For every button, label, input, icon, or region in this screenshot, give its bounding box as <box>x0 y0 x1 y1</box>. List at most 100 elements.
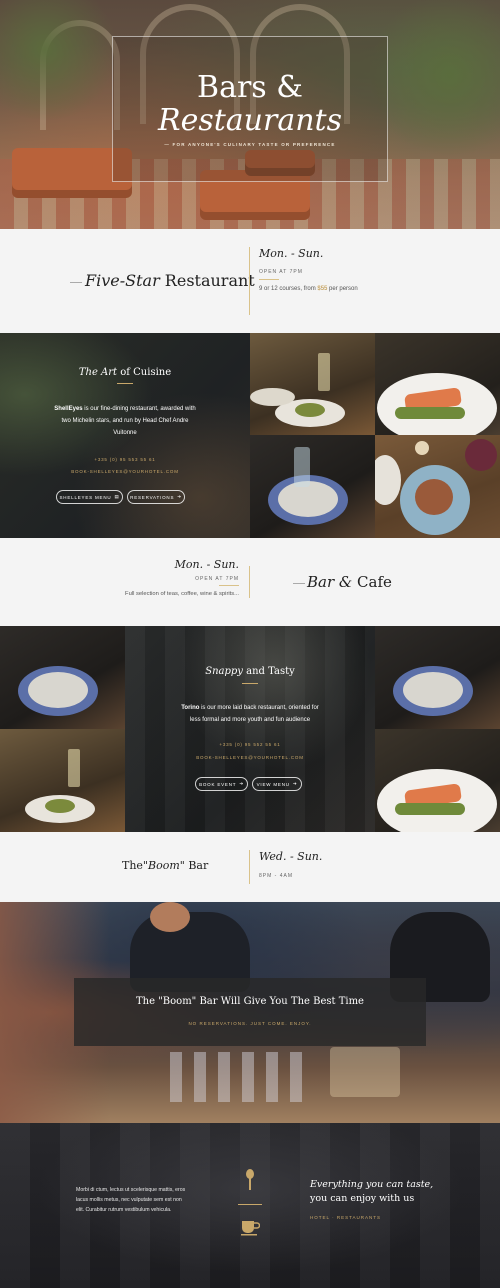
reservations-button[interactable]: RESERVATIONS ➔ <box>127 490 185 504</box>
food-photo-oysters <box>250 435 375 538</box>
cuisine-phone: +335 (0) 95 553 55 61 <box>94 457 156 462</box>
view-menu-label: VIEW MENU <box>256 781 290 787</box>
footer-breadcrumb[interactable]: HOTEL · RESTAURANTS <box>310 1215 381 1220</box>
bar-cafe-title-italic: Bar <box>307 573 335 591</box>
hero-title-line1: Bars & <box>197 70 303 105</box>
boom-bar-title: The"Boom" Bar <box>122 859 208 872</box>
oysters-image <box>403 672 463 708</box>
boom-bar-section: The"Boom" Bar Wed. - Sun. 8PM - 4AM <box>0 832 500 902</box>
cuisine-email[interactable]: BOOK-SHELLEYES@YOURHOTEL.COM <box>0 469 250 474</box>
cuisine-section: The Art of Cuisine ShellEyes is our fine… <box>0 333 500 538</box>
snappy-email[interactable]: BOOK-SHELLEYES@YOURHOTEL.COM <box>125 755 375 760</box>
five-star-title-rest: Restaurant <box>159 271 255 290</box>
glass-jars-image <box>330 1047 400 1097</box>
boom-banner <box>74 978 426 1046</box>
coffee-cup-icon <box>240 1218 261 1236</box>
footer-lorem: Morbi di ctum, lectus ut scelerisque mat… <box>76 1187 186 1213</box>
bar-cafe-title-rest: Cafe <box>357 573 392 591</box>
footer-tagline-1: Everything you can taste, <box>310 1179 434 1190</box>
boom-banner-subtitle: NO RESERVATIONS. JUST COME. ENJOY. <box>188 1021 312 1026</box>
cuisine-heading: The Art of Cuisine <box>0 367 250 378</box>
boom-title-italic: Boom <box>148 859 180 872</box>
book-event-label: BOOK EVENT <box>199 781 237 787</box>
cherries-image <box>465 439 497 471</box>
bar-cafe-days: Mon. - Sun. <box>174 558 239 571</box>
arrow-right-icon: ➔ <box>292 781 298 786</box>
plate-image <box>250 388 295 406</box>
cup-image <box>415 441 429 455</box>
boom-hours: 8PM - 4AM <box>259 873 294 879</box>
five-star-title: Five-Star Restaurant <box>85 271 255 290</box>
gold-divider <box>249 247 250 315</box>
food-image <box>415 479 453 515</box>
food-photo-salmon <box>375 333 500 435</box>
food-photo-salad <box>250 333 375 435</box>
bar-cafe-title-amp: & <box>334 573 358 591</box>
boom-title-pre: The" <box>122 859 148 872</box>
courses-suffix: per person <box>327 286 358 292</box>
footer-section: Morbi di ctum, lectus ut scelerisque mat… <box>0 1123 500 1288</box>
bar-cafe-title: Bar & Cafe <box>307 573 392 591</box>
book-icon: ▤ <box>114 494 120 499</box>
gold-rule <box>242 683 258 684</box>
gold-rule <box>117 383 133 384</box>
dash-decoration <box>293 583 305 584</box>
bar-cafe-section: Mon. - Sun. OPEN AT 7PM Full selection o… <box>0 538 500 626</box>
glass-image <box>294 447 310 487</box>
book-event-button[interactable]: BOOK EVENT ➔ <box>195 777 248 791</box>
snappy-heading: Snappy and Tasty <box>125 666 375 677</box>
view-menu-button[interactable]: VIEW MENU ➔ <box>252 777 302 791</box>
dash-decoration <box>70 282 82 283</box>
food-photo-plates <box>375 435 500 538</box>
reservations-label: RESERVATIONS <box>130 494 175 500</box>
snappy-phone: +335 (0) 95 552 55 61 <box>219 742 281 747</box>
hero-subtitle: — FOR ANYONE'S CULINARY TASTE OR PREFERE… <box>164 142 336 147</box>
food-photo-oysters <box>375 626 500 729</box>
courses-prefix: 9 or 12 courses, from <box>259 286 318 292</box>
five-star-days: Mon. - Sun. <box>259 247 324 260</box>
boom-banner-title: The "Boom" Bar Will Give You The Best Ti… <box>136 996 364 1007</box>
cuisine-brand: ShellEyes <box>54 406 83 412</box>
five-star-title-italic: Five-Star <box>85 271 160 290</box>
food-photo-salad <box>0 729 125 832</box>
snappy-brand: Torino <box>181 705 200 711</box>
five-star-open: OPEN AT 7PM <box>259 269 303 275</box>
cuisine-heading-italic: The Art <box>78 367 118 378</box>
plate-image <box>375 455 401 505</box>
hero-title-line2: Restaurants <box>158 103 342 138</box>
spoon-icon <box>243 1169 257 1191</box>
boom-title-post: " Bar <box>179 859 209 872</box>
food-photo-salmon <box>375 729 500 832</box>
greens-image <box>395 803 465 815</box>
greens-image <box>395 407 465 419</box>
arrow-right-icon: ➔ <box>239 781 244 786</box>
oysters-image <box>28 672 88 708</box>
gold-rule <box>259 279 279 280</box>
bar-cafe-description: Full selection of teas, coffee, wine & s… <box>125 591 239 597</box>
food-image <box>45 799 75 813</box>
cuisine-heading-rest: of Cuisine <box>117 367 172 378</box>
food-image <box>295 403 325 417</box>
cuisine-description: ShellEyes is our fine-dining restaurant,… <box>52 403 198 439</box>
glasses-image <box>170 1052 310 1102</box>
shelleyes-menu-label: SHELLEYES MENU <box>59 494 112 500</box>
boom-days: Wed. - Sun. <box>259 850 323 863</box>
footer-tagline-2: you can enjoy with us <box>310 1193 415 1204</box>
snappy-heading-italic: Snappy <box>205 666 243 677</box>
wine-glass-image <box>68 749 80 787</box>
gold-rule <box>219 585 239 586</box>
arrow-right-icon: ➔ <box>177 494 182 499</box>
courses-price: $55 <box>317 286 328 292</box>
snappy-desc: is our more laid back restaurant, orient… <box>189 705 319 723</box>
food-photo-oysters <box>0 626 125 729</box>
gold-rule <box>238 1204 262 1205</box>
shelleyes-menu-button[interactable]: SHELLEYES MENU ▤ <box>56 490 123 504</box>
snappy-heading-rest: and Tasty <box>242 666 295 677</box>
five-star-section: Five-Star Restaurant Mon. - Sun. OPEN AT… <box>0 229 500 333</box>
restaurant-interior-photo <box>125 626 375 832</box>
five-star-courses: 9 or 12 courses, from $55 per person <box>259 286 358 292</box>
snappy-section: Snappy and Tasty Torino is our more laid… <box>0 626 500 832</box>
bartender-head-image <box>150 902 190 932</box>
gold-divider <box>249 850 250 884</box>
snappy-description: Torino is our more laid back restaurant,… <box>176 702 324 726</box>
